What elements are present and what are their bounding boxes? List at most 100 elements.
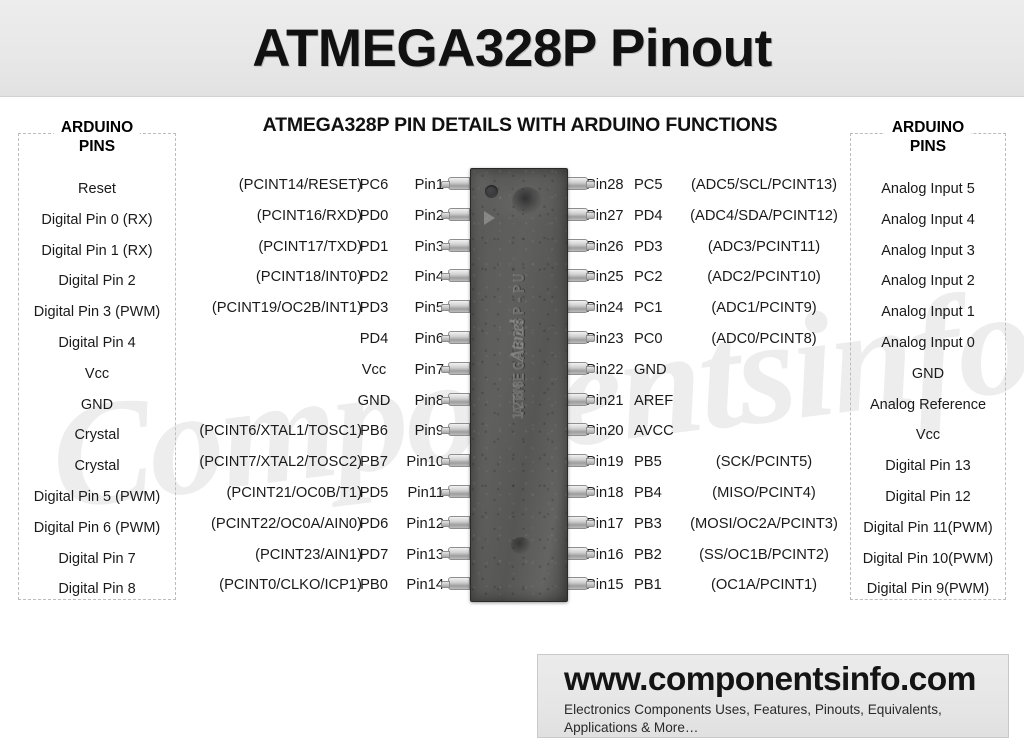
right-pin-function-1: (ADC5/SCL/PCINT13)	[690, 177, 838, 193]
right-pin-port-1: PC5	[634, 177, 663, 193]
arduino-pin-item-left-11: Digital Pin 5 (PWM)	[33, 488, 161, 505]
chip-lead-left-6	[441, 331, 470, 344]
arduino-pin-item-right-7: GND	[911, 365, 945, 382]
arduino-pin-item-left-13: Digital Pin 7	[58, 550, 136, 567]
arduino-pin-item-left-1: Reset	[78, 181, 116, 197]
chip-lead-left-5	[441, 300, 470, 314]
right-pin-function-6: (ADC0/PCINT8)	[711, 330, 817, 347]
right-pin-function-13: (SS/OC1B/PCINT2)	[699, 546, 829, 563]
chip-lead-right-13	[566, 546, 595, 560]
arduino-pins-box-right: ARDUINO PINS Analog Input 5 Analog Input …	[850, 118, 1006, 600]
footer-website-url[interactable]: www.componentsinfo.com	[564, 661, 1008, 699]
right-pin-function-10: (SCK/PCINT5)	[715, 454, 813, 471]
chip-lead-left-9	[441, 423, 470, 437]
arduino-pin-item-right-1: Analog Input 5	[881, 181, 975, 197]
chip-lead-left-3	[441, 238, 470, 252]
arduino-pin-item-right-6: Analog Input 0	[881, 334, 975, 351]
page-title: ATMEGA328P Pinout	[252, 18, 772, 78]
right-pin-port-14: PB1	[634, 577, 662, 594]
left-pin-function-5: (PCINT19/OC2B/INT1)	[211, 300, 362, 317]
chip-lead-right-10	[566, 454, 595, 468]
arduino-legend-line1: ARDUINO	[891, 119, 965, 136]
right-pin-function-11: (MISO/PCINT4)	[712, 484, 816, 501]
right-pin-port-2: PD4	[634, 207, 663, 224]
left-pin-function-1: (PCINT14/RESET)	[238, 177, 362, 193]
chip-lead-right-8	[566, 392, 595, 406]
left-pin-function-11: (PCINT21/OC0B/T1)	[226, 484, 362, 501]
chip-lead-left-13	[441, 546, 470, 560]
right-pin-function-12: (MOSI/OC2A/PCINT3)	[690, 515, 838, 532]
right-pin-function-3: (ADC3/PCINT11)	[707, 238, 821, 255]
left-pin-port-13: PD7	[359, 546, 389, 563]
chip-lead-right-9	[566, 423, 595, 437]
right-pin-function-4: (ADC2/PCINT10)	[707, 269, 821, 286]
arduino-pin-item-right-3: Analog Input 3	[881, 242, 975, 259]
chip-surface-blob	[512, 187, 542, 215]
arduino-legend-line2: PINS	[78, 138, 116, 155]
right-pin-port-column: PC5 PD4 PD3 PC2 PC1 PC0 GND AREF AVCC PB5 PB4 PB3 PB…	[634, 170, 680, 601]
chip-lead-left-12	[441, 515, 470, 529]
chip-lead-right-5	[566, 300, 595, 314]
arduino-pins-list-left: Reset Digital Pin 0 (RX) Digital Pin 1 (RX…	[19, 174, 175, 605]
left-pin-port-8: GND	[357, 392, 391, 409]
arduino-pin-item-right-14: Digital Pin 9(PWM)	[866, 581, 990, 598]
arduino-pin-item-right-5: Analog Input 1	[881, 304, 975, 321]
right-pin-port-9: AVCC	[634, 423, 674, 440]
diagram-subtitle: ATMEGA328P PIN DETAILS WITH ARDUINO FUNC…	[262, 114, 778, 136]
left-pin-function-12: (PCINT22/OC0A/AIN0)	[211, 515, 362, 532]
left-pin-port-7: Vcc	[361, 361, 387, 378]
left-pin-function-6	[178, 324, 368, 355]
left-pin-port-1: PC6	[359, 177, 389, 193]
arduino-pin-item-left-10: Crystal	[74, 458, 120, 475]
left-pin-function-13: (PCINT23/AIN1)	[255, 546, 362, 563]
chip-lead-left-8	[441, 392, 470, 406]
footer-banner: www.componentsinfo.com Electronics Compo…	[537, 654, 1009, 738]
left-pin-function-4: (PCINT18/INT0)	[255, 269, 362, 286]
arduino-pin-item-right-4: Analog Input 2	[881, 273, 975, 290]
left-pin-port-4: PD2	[359, 269, 389, 286]
arduino-pin-item-left-2: Digital Pin 0 (RX)	[41, 211, 153, 228]
footer-tagline: Electronics Components Uses, Features, P…	[564, 702, 942, 735]
arduino-pin-item-left-5: Digital Pin 3 (PWM)	[33, 304, 161, 321]
arduino-pin-item-right-8: Analog Reference	[869, 396, 987, 413]
chip-marking-date-code: 1288	[511, 378, 527, 420]
chip-lead-left-4	[441, 269, 470, 283]
chip-pin1-dimple-icon	[485, 185, 498, 198]
chip-lead-right-12	[566, 515, 595, 529]
right-pin-function-column: (ADC5/SCL/PCINT13) (ADC4/SDA/PCINT12) (ADC…	[676, 170, 852, 601]
left-pin-port-10: PB7	[360, 454, 388, 471]
arduino-pins-legend-left: ARDUINO PINS	[53, 118, 141, 156]
left-pin-function-2: (PCINT16/RXD)	[256, 207, 362, 224]
left-pin-function-3: (PCINT17/TXD)	[258, 238, 362, 255]
right-pin-port-13: PB2	[634, 546, 662, 563]
arduino-pin-item-right-10: Digital Pin 13	[885, 458, 971, 475]
left-pin-port-2: PD0	[359, 207, 389, 224]
arduino-pin-item-left-14: Digital Pin 8	[58, 581, 136, 598]
left-pin-function-10: (PCINT7/XTAL2/TOSC2)	[199, 454, 362, 471]
chip-lead-left-1	[441, 177, 470, 190]
page-header: ATMEGA328P Pinout	[0, 0, 1024, 97]
right-pin-port-6: PC0	[634, 330, 663, 347]
arduino-pin-item-left-3: Digital Pin 1 (RX)	[41, 242, 153, 259]
right-pin-function-14: (OC1A/PCINT1)	[710, 577, 818, 594]
left-pin-port-5: PD3	[359, 300, 389, 317]
chip-lead-left-7	[441, 361, 470, 375]
left-pin-function-9: (PCINT6/XTAL1/TOSC1)	[199, 423, 362, 440]
arduino-pin-item-left-6: Digital Pin 4	[58, 334, 136, 351]
right-pin-function-9	[676, 416, 852, 447]
left-pin-port-14: PB0	[360, 577, 388, 594]
left-pin-port-12: PD6	[359, 515, 389, 532]
arduino-pin-item-right-9: Vcc	[915, 427, 941, 444]
left-pin-port-11: PD5	[359, 484, 389, 501]
arduino-pin-item-left-8: GND	[80, 396, 114, 413]
left-pin-port-9: PB6	[360, 423, 388, 440]
right-pin-port-11: PB4	[634, 484, 662, 501]
chip-lead-left-14	[441, 577, 470, 591]
chip-lead-left-11	[441, 485, 470, 498]
right-pin-function-5: (ADC1/PCINT9)	[711, 300, 817, 317]
arduino-pin-item-left-7: Vcc	[84, 365, 110, 382]
left-pin-function-14: (PCINT0/CLKO/ICP1)	[219, 577, 362, 594]
arduino-pin-item-left-12: Digital Pin 6 (PWM)	[33, 519, 161, 536]
right-pin-function-2: (ADC4/SDA/PCINT12)	[690, 207, 838, 224]
left-pin-port-column: PC6 PD0 PD1 PD2 PD3 PD4 Vcc GND PB6 PB7 PD5 PD6 PD7 P…	[352, 170, 396, 601]
